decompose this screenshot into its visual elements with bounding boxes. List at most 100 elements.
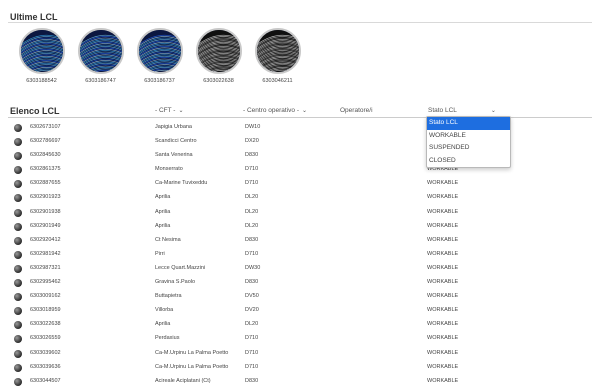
table-row[interactable]: 6302995462 Gravina S.Paolo D830 WORKABLE <box>0 276 600 290</box>
stato-lcl-filter[interactable]: Stato LCL ⌄ <box>428 107 496 114</box>
lcl-centro: DL20 <box>245 194 259 201</box>
lcl-id: 6302901949 <box>30 222 61 229</box>
cft-filter-label: - CFT - <box>155 107 176 114</box>
lcl-avatar-icon <box>14 321 22 330</box>
lcl-status: WORKABLE <box>427 377 459 384</box>
lcl-name: Japigia Urbana <box>155 124 192 130</box>
lcl-avatar-icon <box>14 250 22 259</box>
lcl-centro: D710 <box>245 363 259 370</box>
lcl-centro: DW30 <box>245 264 261 271</box>
stato-lcl-dropdown: Stato LCL WORKABLE SUSPENDED CLOSED <box>426 116 511 168</box>
recent-lcl-label: 6303186747 <box>85 78 116 84</box>
table-row[interactable]: 6302987321 Lecce Quart.Mazzini DW30 WORKABL… <box>0 262 600 276</box>
table-row[interactable]: 6302981942 Pirri D710 WORKABLE <box>0 248 600 262</box>
dropdown-option[interactable]: SUSPENDED <box>427 142 510 155</box>
lcl-avatar-icon <box>14 264 22 273</box>
lcl-avatar-icon <box>14 377 22 386</box>
lcl-name: Scandicci Centro <box>155 138 197 145</box>
lcl-id: 6302786697 <box>30 138 61 145</box>
lcl-avatar-icon <box>14 124 22 132</box>
lcl-id: 6303039602 <box>30 349 61 356</box>
lcl-status: WORKABLE <box>427 293 459 300</box>
centro-operativo-filter[interactable]: - Centro operativo - ⌄ <box>243 107 307 114</box>
lcl-name: Lecce Quart.Mazzini <box>155 264 206 271</box>
table-row[interactable]: 6302901923 Aprilia DL20 WORKABLE <box>0 191 600 205</box>
lcl-avatar-icon <box>14 335 22 344</box>
table-row[interactable]: 6303039636 Ca-M.Urpinu La Palma Poetto D71… <box>0 361 600 375</box>
lcl-id: 6302673107 <box>30 124 61 130</box>
list-section-title: Elenco LCL <box>10 106 60 116</box>
table-row[interactable]: 6303009162 Buttapietra DV50 WORKABLE <box>0 290 600 304</box>
lcl-name: Ca-M.Urpinu La Palma Poetto <box>155 349 229 356</box>
recent-lcl-label: 6303186737 <box>144 78 175 84</box>
lcl-status: WORKABLE <box>427 335 459 342</box>
recent-lcl-item[interactable]: 6303046211 <box>248 28 307 84</box>
recent-lcl-label: 6303046211 <box>262 78 293 84</box>
lcl-name: Ca-M.Urpinu La Palma Poetto <box>155 363 229 370</box>
lcl-id: 6303022638 <box>30 321 61 328</box>
lcl-name: Monserrato <box>155 166 183 173</box>
cft-filter[interactable]: - CFT - ⌄ <box>155 107 184 114</box>
chevron-down-icon: ⌄ <box>490 108 496 114</box>
lcl-status: WORKABLE <box>427 279 459 286</box>
lcl-thumbnail-icon <box>254 28 301 74</box>
recent-lcl-item[interactable]: 6303022638 <box>189 28 248 84</box>
table-row[interactable]: 6302901938 Aprilia DL20 WORKABLE <box>0 206 600 220</box>
lcl-id: 6302861375 <box>30 166 61 173</box>
dropdown-option[interactable]: Stato LCL <box>427 117 510 130</box>
chevron-down-icon: ⌄ <box>302 108 308 114</box>
recent-lcl-item[interactable]: 6303188542 <box>12 28 71 84</box>
recent-lcl-item[interactable]: 6303186747 <box>71 28 130 84</box>
lcl-id: 6302987321 <box>30 264 61 271</box>
lcl-centro: DV20 <box>245 307 259 314</box>
recent-lcl-item[interactable]: 6303186737 <box>130 28 189 84</box>
lcl-avatar-icon <box>14 208 22 217</box>
dropdown-option[interactable]: WORKABLE <box>427 130 510 143</box>
lcl-thumbnail-icon <box>195 28 242 74</box>
operatore-filter[interactable]: Operatore/i <box>340 107 373 114</box>
lcl-avatar-icon <box>14 349 22 358</box>
lcl-name: Ct Nesima <box>155 236 181 243</box>
lcl-centro: DV50 <box>245 293 259 300</box>
lcl-centro: DL20 <box>245 321 259 328</box>
stato-filter-label: Stato LCL <box>428 107 457 114</box>
table-row[interactable]: 6302920412 Ct Nesima D830 WORKABLE <box>0 234 600 248</box>
lcl-name: Acireale Aciplatani (Ct) <box>155 377 211 384</box>
lcl-centro: DL20 <box>245 208 259 215</box>
lcl-avatar-icon <box>14 194 22 203</box>
table-row[interactable]: 6302901949 Aprilia DL20 WORKABLE <box>0 220 600 234</box>
lcl-avatar-icon <box>14 138 22 147</box>
chevron-down-icon: ⌄ <box>178 108 184 114</box>
lcl-name: Aprilia <box>155 222 171 229</box>
lcl-id: 6303026559 <box>30 335 61 342</box>
table-row[interactable]: 6303018959 Villorba DV20 WORKABLE <box>0 304 600 318</box>
lcl-status: WORKABLE <box>427 321 459 328</box>
recent-lcl-label: 6303022638 <box>203 78 234 84</box>
lcl-centro: D710 <box>245 250 259 257</box>
lcl-id: 6302845630 <box>30 152 61 159</box>
lcl-status: WORKABLE <box>427 236 459 243</box>
dropdown-option[interactable]: CLOSED <box>427 155 510 168</box>
lcl-avatar-icon <box>14 166 22 175</box>
lcl-status: WORKABLE <box>427 222 459 229</box>
lcl-id: 6303039636 <box>30 363 61 370</box>
lcl-thumbnail-icon <box>136 28 183 74</box>
lcl-centro: DX20 <box>245 138 259 145</box>
lcl-avatar-icon <box>14 236 22 245</box>
table-row[interactable]: 6303039602 Ca-M.Urpinu La Palma Poetto D71… <box>0 347 600 361</box>
lcl-id: 6303018959 <box>30 307 61 314</box>
centro-filter-label: - Centro operativo - <box>243 107 299 114</box>
lcl-centro: D830 <box>245 152 259 159</box>
title-divider <box>8 22 592 23</box>
lcl-name: Gravina S.Paolo <box>155 279 196 286</box>
lcl-status: WORKABLE <box>427 208 459 215</box>
table-row[interactable]: 6303044507 Acireale Aciplatani (Ct) D830 WO… <box>0 375 600 388</box>
recent-section-title: Ultime LCL <box>10 12 58 22</box>
lcl-id: 6302901938 <box>30 208 61 215</box>
table-row[interactable]: 6303022638 Aprilia DL20 WORKABLE <box>0 318 600 332</box>
lcl-status: WORKABLE <box>427 180 459 187</box>
lcl-name: Aprilia <box>155 321 171 328</box>
lcl-name: Buttapietra <box>155 293 182 300</box>
table-row[interactable]: 6302887655 Ca-Marine Tuvixeddu D710 WORKABL… <box>0 177 600 191</box>
table-row[interactable]: 6303026559 Perdaxius D710 WORKABLE <box>0 332 600 346</box>
